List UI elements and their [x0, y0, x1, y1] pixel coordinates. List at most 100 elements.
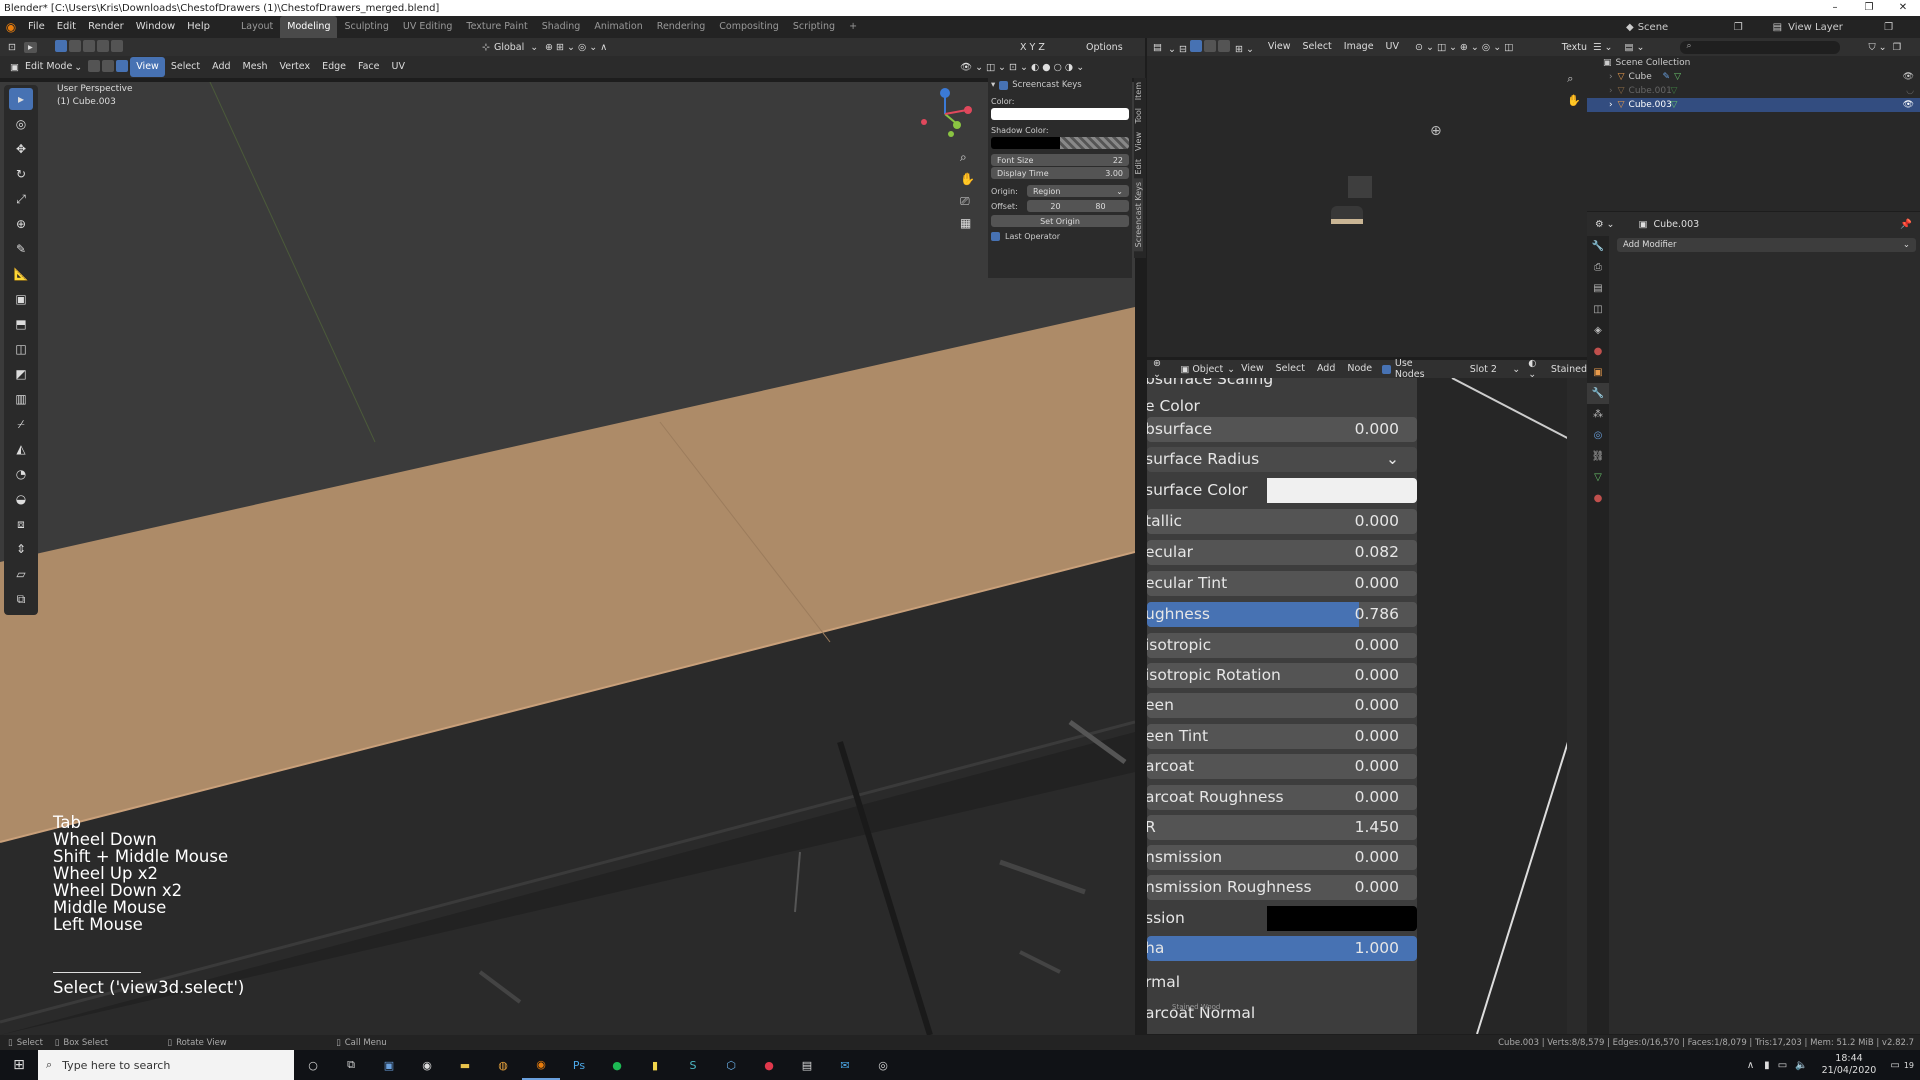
last-operator-checkbox[interactable] — [991, 232, 1000, 241]
world-tab-icon[interactable]: ● — [1587, 341, 1609, 362]
app-icon[interactable]: ▣ — [370, 1050, 408, 1080]
menu-add[interactable]: Add — [1311, 359, 1341, 379]
minimize-button[interactable]: – — [1818, 0, 1852, 16]
new-view-layer-icon[interactable]: ❐ — [1884, 22, 1893, 33]
panel-header[interactable]: ▾ Screencast Keys — [988, 78, 1132, 92]
rip-tool-icon[interactable]: ⧉ — [9, 588, 33, 610]
menu-face[interactable]: Face — [352, 57, 385, 77]
search-input[interactable]: ⌕ — [1680, 40, 1841, 54]
network-icon[interactable]: ▭ — [1778, 1060, 1787, 1071]
menu-uv[interactable]: UV — [386, 57, 411, 77]
blender-icon[interactable]: ◉ — [522, 1050, 560, 1080]
outliner-item-cube[interactable]: › ▽ Cube ✎ ▽ 👁 — [1587, 70, 1920, 84]
tab-scripting[interactable]: Scripting — [786, 16, 842, 38]
property-slider[interactable] — [1147, 906, 1417, 931]
image-editor[interactable]: ⌕ ✋ ⊕ — [1147, 56, 1587, 357]
camera-icon[interactable]: ⎚ — [960, 190, 975, 212]
uv-sync-icons[interactable]: ⊙ ⌄ ◫ ⌄ ⊕ ⌄ ◎ ⌄ ◫ — [1415, 42, 1513, 53]
steam-icon[interactable]: ◉ — [408, 1050, 446, 1080]
tab-screencast-keys[interactable]: Screencast Keys — [1134, 178, 1143, 252]
material-tab-icon[interactable]: ● — [1587, 488, 1609, 509]
bsdf-property-row[interactable]: isotropic Rotation 0.000 — [1147, 663, 1417, 688]
tool-tab-icon[interactable]: 🔧 — [1587, 236, 1609, 257]
scene-tab-icon[interactable]: ◈ — [1587, 320, 1609, 341]
particles-tab-icon[interactable]: ⁂ — [1587, 404, 1609, 425]
tab-tool[interactable]: Tool — [1134, 104, 1143, 128]
bsdf-property-row[interactable]: een 0.000 — [1147, 693, 1417, 718]
menu-view[interactable]: View — [1262, 37, 1297, 57]
menu-select[interactable]: Select — [1270, 359, 1311, 379]
visibility-eye-icon[interactable]: 👁 — [1903, 100, 1914, 110]
menu-window[interactable]: Window — [130, 16, 181, 38]
app-s-icon[interactable]: S — [674, 1050, 712, 1080]
scale-tool-icon[interactable]: ⤢ — [9, 188, 33, 210]
mode-icons[interactable]: ⌄ ⊟ ⊞ ⌄ — [1168, 39, 1254, 55]
subsurface-color-swatch[interactable] — [1267, 478, 1417, 503]
bsdf-property-row[interactable]: bsurface 0.000 — [1147, 417, 1417, 442]
menu-mesh[interactable]: Mesh — [237, 57, 274, 77]
menu-edit[interactable]: Edit — [51, 16, 82, 38]
bsdf-property-row[interactable]: isotropic 0.000 — [1147, 633, 1417, 658]
bsdf-property-row[interactable]: ecular 0.082 — [1147, 540, 1417, 565]
bsdf-property-row[interactable]: ssion — [1147, 906, 1417, 931]
spotify-icon[interactable]: ● — [598, 1050, 636, 1080]
view-layer-name[interactable]: View Layer — [1788, 22, 1878, 33]
scene-collection-row[interactable]: ▣ Scene Collection — [1587, 56, 1920, 70]
mail-icon[interactable]: ✉ — [826, 1050, 864, 1080]
new-collection-icon[interactable]: ❐ — [1893, 42, 1902, 53]
windows-start-icon[interactable]: ⊞ — [0, 1050, 38, 1080]
navigation-gizmo[interactable] — [915, 86, 975, 144]
bsdf-property-row[interactable]: arcoat Roughness 0.000 — [1147, 785, 1417, 810]
tab-sculpting[interactable]: Sculpting — [337, 16, 395, 38]
spin-tool-icon[interactable]: ◔ — [9, 463, 33, 485]
tab-compositing[interactable]: Compositing — [712, 16, 786, 38]
bsdf-property-row[interactable]: R 1.450 — [1147, 815, 1417, 840]
bsdf-property-row[interactable]: surface Color — [1147, 478, 1417, 503]
tab-item[interactable]: Item — [1134, 78, 1143, 104]
measure-tool-icon[interactable]: 📐 — [9, 263, 33, 285]
menu-help[interactable]: Help — [181, 16, 216, 38]
filter-icon[interactable]: ⛉ ⌄ — [1868, 42, 1886, 53]
object-tab-icon[interactable]: ▣ — [1587, 362, 1609, 383]
tab-rendering[interactable]: Rendering — [650, 16, 713, 38]
transform-orientation[interactable]: ⊹ Global ⌄ — [482, 42, 538, 53]
taskbar-search-input[interactable]: ⌕ Type here to search — [38, 1050, 294, 1080]
bevel-tool-icon[interactable]: ◩ — [9, 363, 33, 385]
select-box-tool-icon[interactable]: ▸ — [9, 88, 33, 110]
options-dropdown[interactable]: Options — [1086, 42, 1123, 53]
rotate-tool-icon[interactable]: ↻ — [9, 163, 33, 185]
tab-view[interactable]: View — [1134, 128, 1143, 155]
tab-edit[interactable]: Edit — [1134, 155, 1143, 179]
menu-image[interactable]: Image — [1338, 37, 1380, 57]
notification-icon[interactable]: ▭ — [1890, 1060, 1899, 1071]
use-nodes-checkbox[interactable] — [1382, 364, 1391, 374]
menu-view[interactable]: View — [130, 57, 165, 77]
tab-uv-editing[interactable]: UV Editing — [396, 16, 460, 38]
grid-icon[interactable]: ▦ — [960, 212, 975, 234]
bsdf-property-row[interactable]: arcoat 0.000 — [1147, 754, 1417, 779]
add-cube-tool-icon[interactable]: ▣ — [9, 288, 33, 310]
bsdf-property-row[interactable]: tallic 0.000 — [1147, 509, 1417, 534]
clock[interactable]: 18:44 21/04/2020 — [1822, 1053, 1877, 1077]
close-button[interactable]: ✕ — [1886, 0, 1920, 16]
bsdf-property-row[interactable]: nsmission 0.000 — [1147, 845, 1417, 870]
mirror-axes[interactable]: X Y Z — [1020, 42, 1045, 53]
file-explorer-icon[interactable]: ▬ — [446, 1050, 484, 1080]
select-mode-icons[interactable] — [54, 39, 125, 55]
data-tab-icon[interactable]: ▽ — [1587, 467, 1609, 488]
color-swatch[interactable] — [991, 108, 1129, 120]
expand-icon[interactable]: › — [1609, 72, 1613, 82]
expand-icon[interactable]: › — [1609, 86, 1613, 96]
smooth-tool-icon[interactable]: ◒ — [9, 488, 33, 510]
material-name[interactable]: Stained — [1551, 364, 1587, 375]
transform-tool-icon[interactable]: ⊕ — [9, 213, 33, 235]
add-workspace-button[interactable]: + — [842, 16, 864, 38]
visibility-eye-icon[interactable]: 👁 — [1903, 72, 1914, 82]
edge-slide-tool-icon[interactable]: ⧈ — [9, 513, 33, 535]
scene-name[interactable]: Scene — [1638, 22, 1728, 33]
overlay-shading-icons[interactable]: 👁 ⌄ ◫ ⌄ ⊡ ⌄ ◐ ● ○ ◑ ⌄ — [960, 62, 1084, 73]
menu-file[interactable]: File — [22, 16, 51, 38]
menu-select[interactable]: Select — [1296, 37, 1337, 57]
tab-layout[interactable]: Layout — [234, 16, 280, 38]
pan-hand-icon[interactable]: ✋ — [960, 168, 975, 190]
